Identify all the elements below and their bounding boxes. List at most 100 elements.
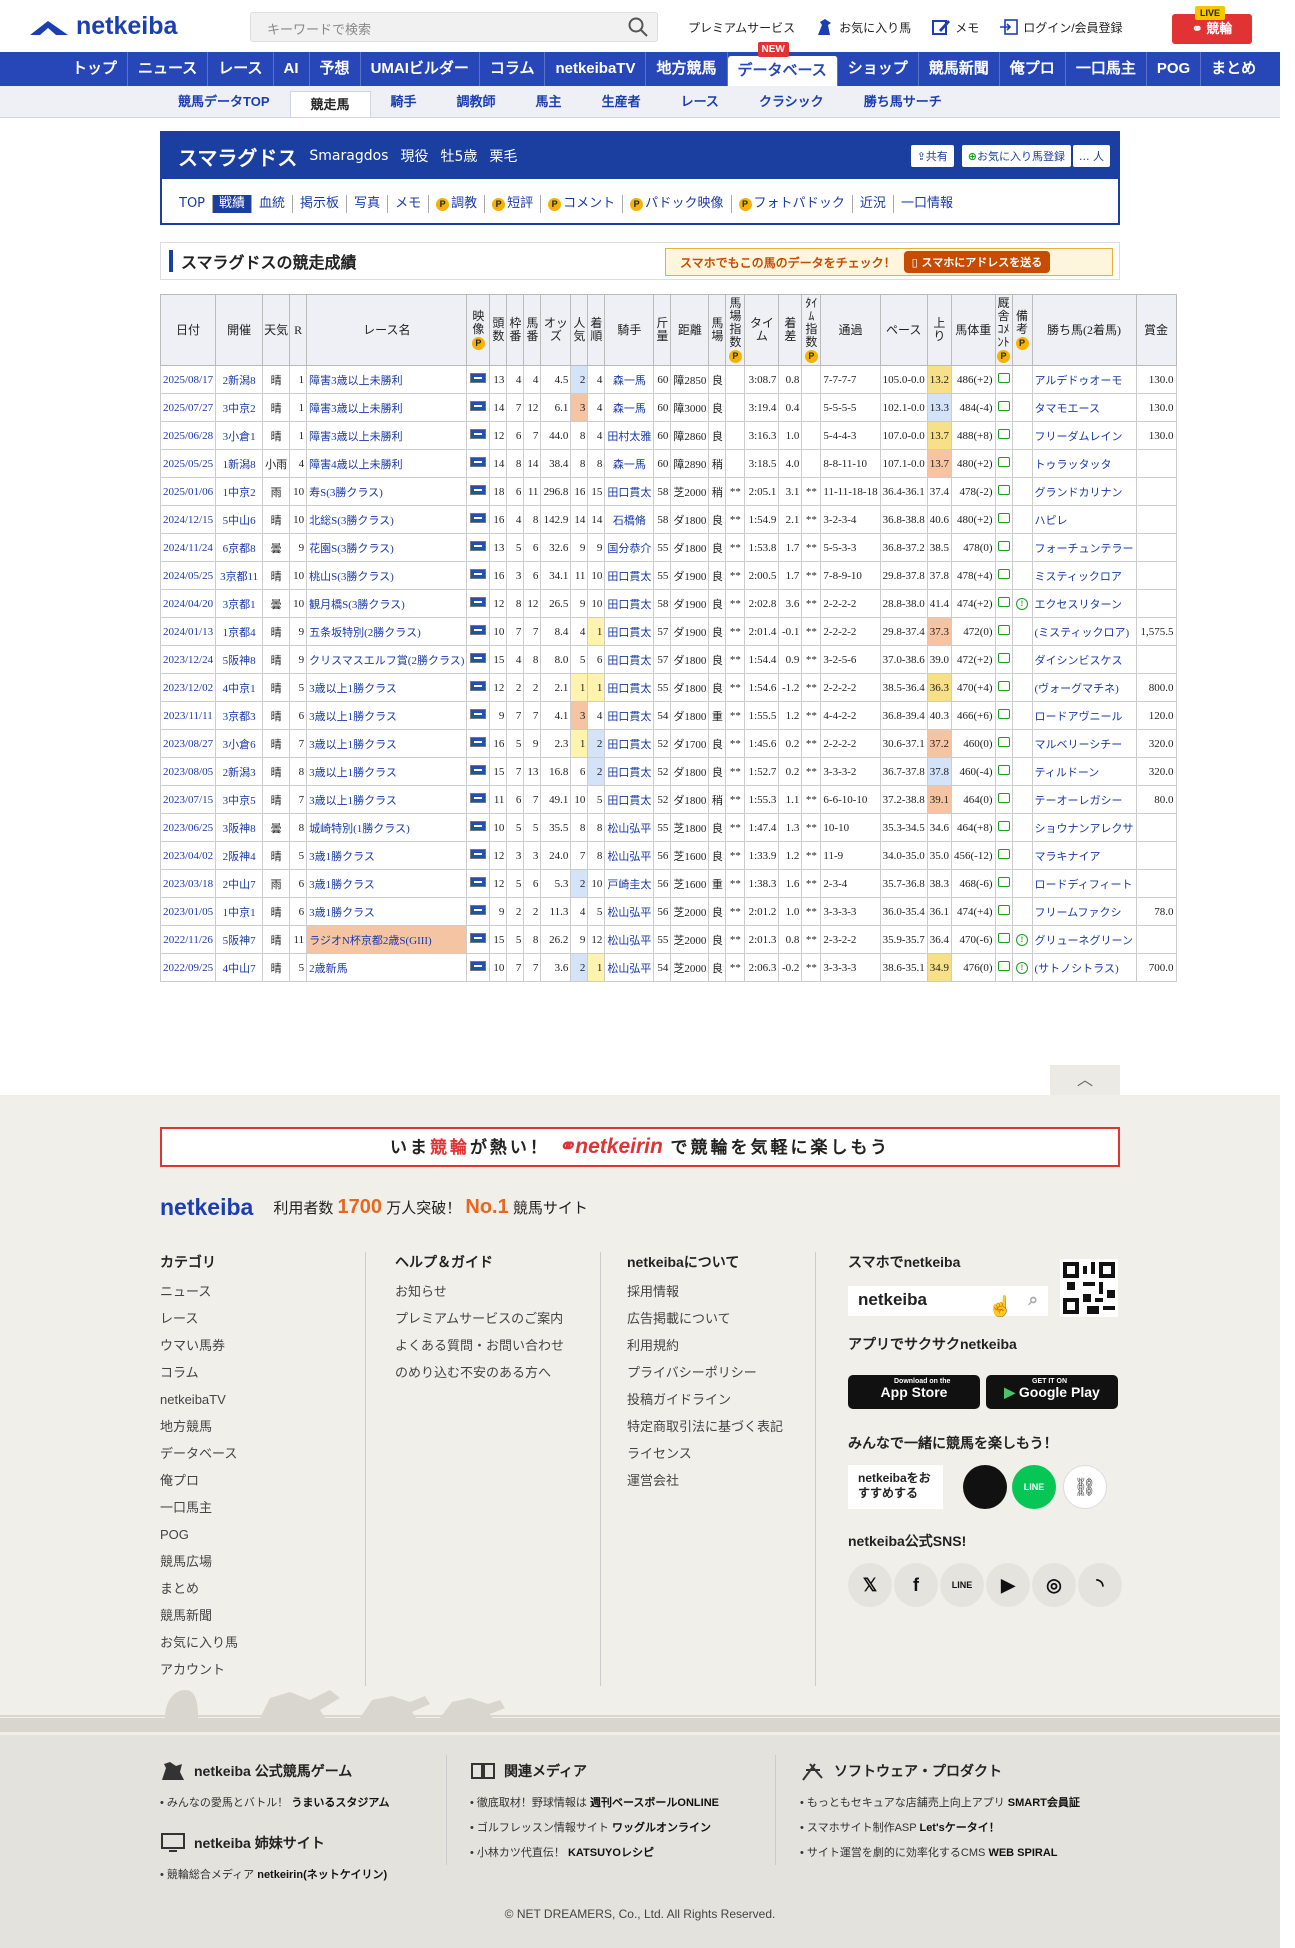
gnav-hitokuchi[interactable]: 一口馬主 <box>1066 52 1147 86</box>
column-header[interactable]: 開催 <box>215 294 264 366</box>
table-cell[interactable]: 2023/11/11 <box>160 701 217 730</box>
line-share-icon[interactable]: LINE <box>1012 1465 1056 1509</box>
gnav-pog[interactable]: POG <box>1147 52 1202 86</box>
table-cell[interactable]: 松山弘平 <box>604 841 655 870</box>
table-cell[interactable]: フリームファクシ <box>1031 897 1137 926</box>
table-cell[interactable]: 2024/11/24 <box>160 533 217 562</box>
table-cell[interactable]: フリーダムレイン <box>1031 421 1137 450</box>
tab-top[interactable]: TOP <box>172 195 214 213</box>
video-icon[interactable] <box>470 569 487 579</box>
table-cell[interactable]: 田口貫太 <box>604 673 655 702</box>
share-button[interactable]: ⇪ 共有 <box>910 145 954 167</box>
footer-link[interactable]: 利用規約 <box>627 1338 787 1354</box>
video-icon[interactable] <box>470 821 487 831</box>
table-cell[interactable]: 障害4歳以上未勝利 <box>306 449 468 478</box>
footer-link[interactable]: 広告掲載について <box>627 1311 787 1327</box>
table-cell[interactable]: ラジオN杯京都2歳S(GIII) <box>306 925 468 954</box>
tab-results[interactable]: 戦績 <box>213 195 253 213</box>
comment-icon[interactable] <box>997 793 1010 803</box>
table-cell[interactable]: 田口貫太 <box>604 757 655 786</box>
footer-link[interactable]: 採用情報 <box>627 1284 787 1300</box>
gnav-orepro[interactable]: 俺プロ <box>1000 52 1066 86</box>
gnav-news[interactable]: ニュース <box>128 52 209 86</box>
table-cell[interactable]: 松山弘平 <box>604 897 655 926</box>
video-icon[interactable] <box>470 597 487 607</box>
add-favorite-button[interactable]: ⊕ お気に入り馬登録 <box>961 145 1071 167</box>
video-icon[interactable] <box>470 625 487 635</box>
video-icon[interactable] <box>470 737 487 747</box>
table-cell[interactable]: 2025/01/06 <box>160 477 217 506</box>
comment-icon[interactable] <box>997 849 1010 859</box>
table-cell[interactable]: 1新潟8 <box>215 449 264 478</box>
snav-classic[interactable]: クラシック <box>739 86 844 117</box>
column-header[interactable]: 賞金 <box>1135 294 1177 366</box>
link-copy-icon[interactable]: ⛓ <box>1063 1465 1107 1509</box>
footer-link[interactable]: お知らせ <box>395 1284 565 1300</box>
column-header[interactable]: 枠番 <box>506 294 525 366</box>
column-header[interactable]: 天気 <box>262 294 291 366</box>
instagram-icon[interactable]: ◎ <box>1032 1563 1076 1607</box>
table-cell[interactable]: 田口貫太 <box>604 785 655 814</box>
table-cell[interactable]: 2阪神4 <box>215 841 264 870</box>
gnav-database[interactable]: データベース NEW <box>727 42 838 86</box>
table-cell[interactable]: 花園S(3勝クラス) <box>306 533 468 562</box>
table-cell[interactable]: 戸崎圭太 <box>604 869 655 898</box>
comment-icon[interactable] <box>997 877 1010 887</box>
table-cell[interactable]: 国分恭介 <box>604 533 655 562</box>
gnav-race[interactable]: レース <box>208 52 274 86</box>
table-cell[interactable]: 1中京1 <box>215 897 264 926</box>
keirin-live-button[interactable]: LIVE ⚭ 競輪 <box>1172 6 1252 44</box>
table-cell[interactable]: 3歳以上1勝クラス <box>306 785 468 814</box>
footer-link[interactable]: まとめ <box>160 1581 350 1597</box>
note-icon[interactable]: ! <box>1016 962 1029 974</box>
table-cell[interactable]: 3中京5 <box>215 785 264 814</box>
comment-icon[interactable] <box>997 401 1010 411</box>
gnav-netkeibatv[interactable]: netkeibaTV <box>545 52 647 86</box>
snav-race[interactable]: レース <box>661 86 739 117</box>
youtube-icon[interactable]: ▶ <box>986 1563 1030 1607</box>
note-icon[interactable]: ! <box>1016 598 1029 610</box>
table-cell[interactable]: ダイシンビスケス <box>1031 645 1137 674</box>
comment-icon[interactable] <box>997 429 1010 439</box>
table-cell[interactable]: 森一馬 <box>604 449 655 478</box>
table-cell[interactable]: 4中山7 <box>215 953 264 982</box>
app-store-button[interactable]: Download on the App Store <box>848 1375 980 1409</box>
footer-link[interactable]: ウマい馬券 <box>160 1338 350 1354</box>
video-icon[interactable] <box>470 765 487 775</box>
tab-memo[interactable]: メモ <box>388 195 430 213</box>
table-cell[interactable]: 田口貫太 <box>604 477 655 506</box>
google-play-button[interactable]: ▶ GET IT ON Google Play <box>986 1375 1118 1409</box>
footer-link[interactable]: 一口馬主 <box>160 1500 350 1516</box>
table-cell[interactable]: 3歳以上1勝クラス <box>306 757 468 786</box>
table-cell[interactable]: ミスティックロア <box>1031 561 1137 590</box>
table-cell[interactable]: 1京都4 <box>215 617 264 646</box>
column-header[interactable]: ﾀｲﾑ指数 P <box>801 294 822 366</box>
video-icon[interactable] <box>470 933 487 943</box>
keyword-search-input[interactable]: キーワードで検索 <box>250 12 658 42</box>
tab-photo-paddock[interactable]: P フォトパドック <box>732 195 853 213</box>
footer-link[interactable]: プレミアムサービスのご案内 <box>395 1311 565 1327</box>
column-header[interactable]: 厩舎ｺﾒﾝﾄ P <box>994 294 1013 366</box>
table-cell[interactable]: 障害3歳以上未勝利 <box>306 421 468 450</box>
favorite-horse-link[interactable]: お気に入り馬 <box>815 18 911 36</box>
comment-icon[interactable] <box>997 653 1010 663</box>
snav-data-top[interactable]: 競馬データTOP <box>158 86 290 117</box>
comment-icon[interactable] <box>997 821 1010 831</box>
table-cell[interactable]: 松山弘平 <box>604 953 655 982</box>
column-header[interactable]: 着順 <box>587 294 606 366</box>
table-cell[interactable]: 2023/03/18 <box>160 869 217 898</box>
table-cell[interactable]: 田村太雅 <box>604 421 655 450</box>
table-cell[interactable]: 松山弘平 <box>604 813 655 842</box>
comment-icon[interactable] <box>997 373 1010 383</box>
tab-board[interactable]: 掲示板 <box>293 195 348 213</box>
footer-link[interactable]: 競馬新聞 <box>160 1608 350 1624</box>
table-cell[interactable]: 2022/11/26 <box>160 925 217 954</box>
video-icon[interactable] <box>470 513 487 523</box>
table-cell[interactable]: 2023/12/24 <box>160 645 217 674</box>
column-header[interactable]: 備考 P <box>1011 294 1033 366</box>
table-cell[interactable]: 3中京2 <box>215 393 264 422</box>
column-header[interactable]: 通過 <box>820 294 881 366</box>
table-cell[interactable]: ロードディフィート <box>1031 869 1137 898</box>
column-header[interactable]: タイム <box>744 294 780 366</box>
table-cell[interactable]: 2024/05/25 <box>160 561 217 590</box>
